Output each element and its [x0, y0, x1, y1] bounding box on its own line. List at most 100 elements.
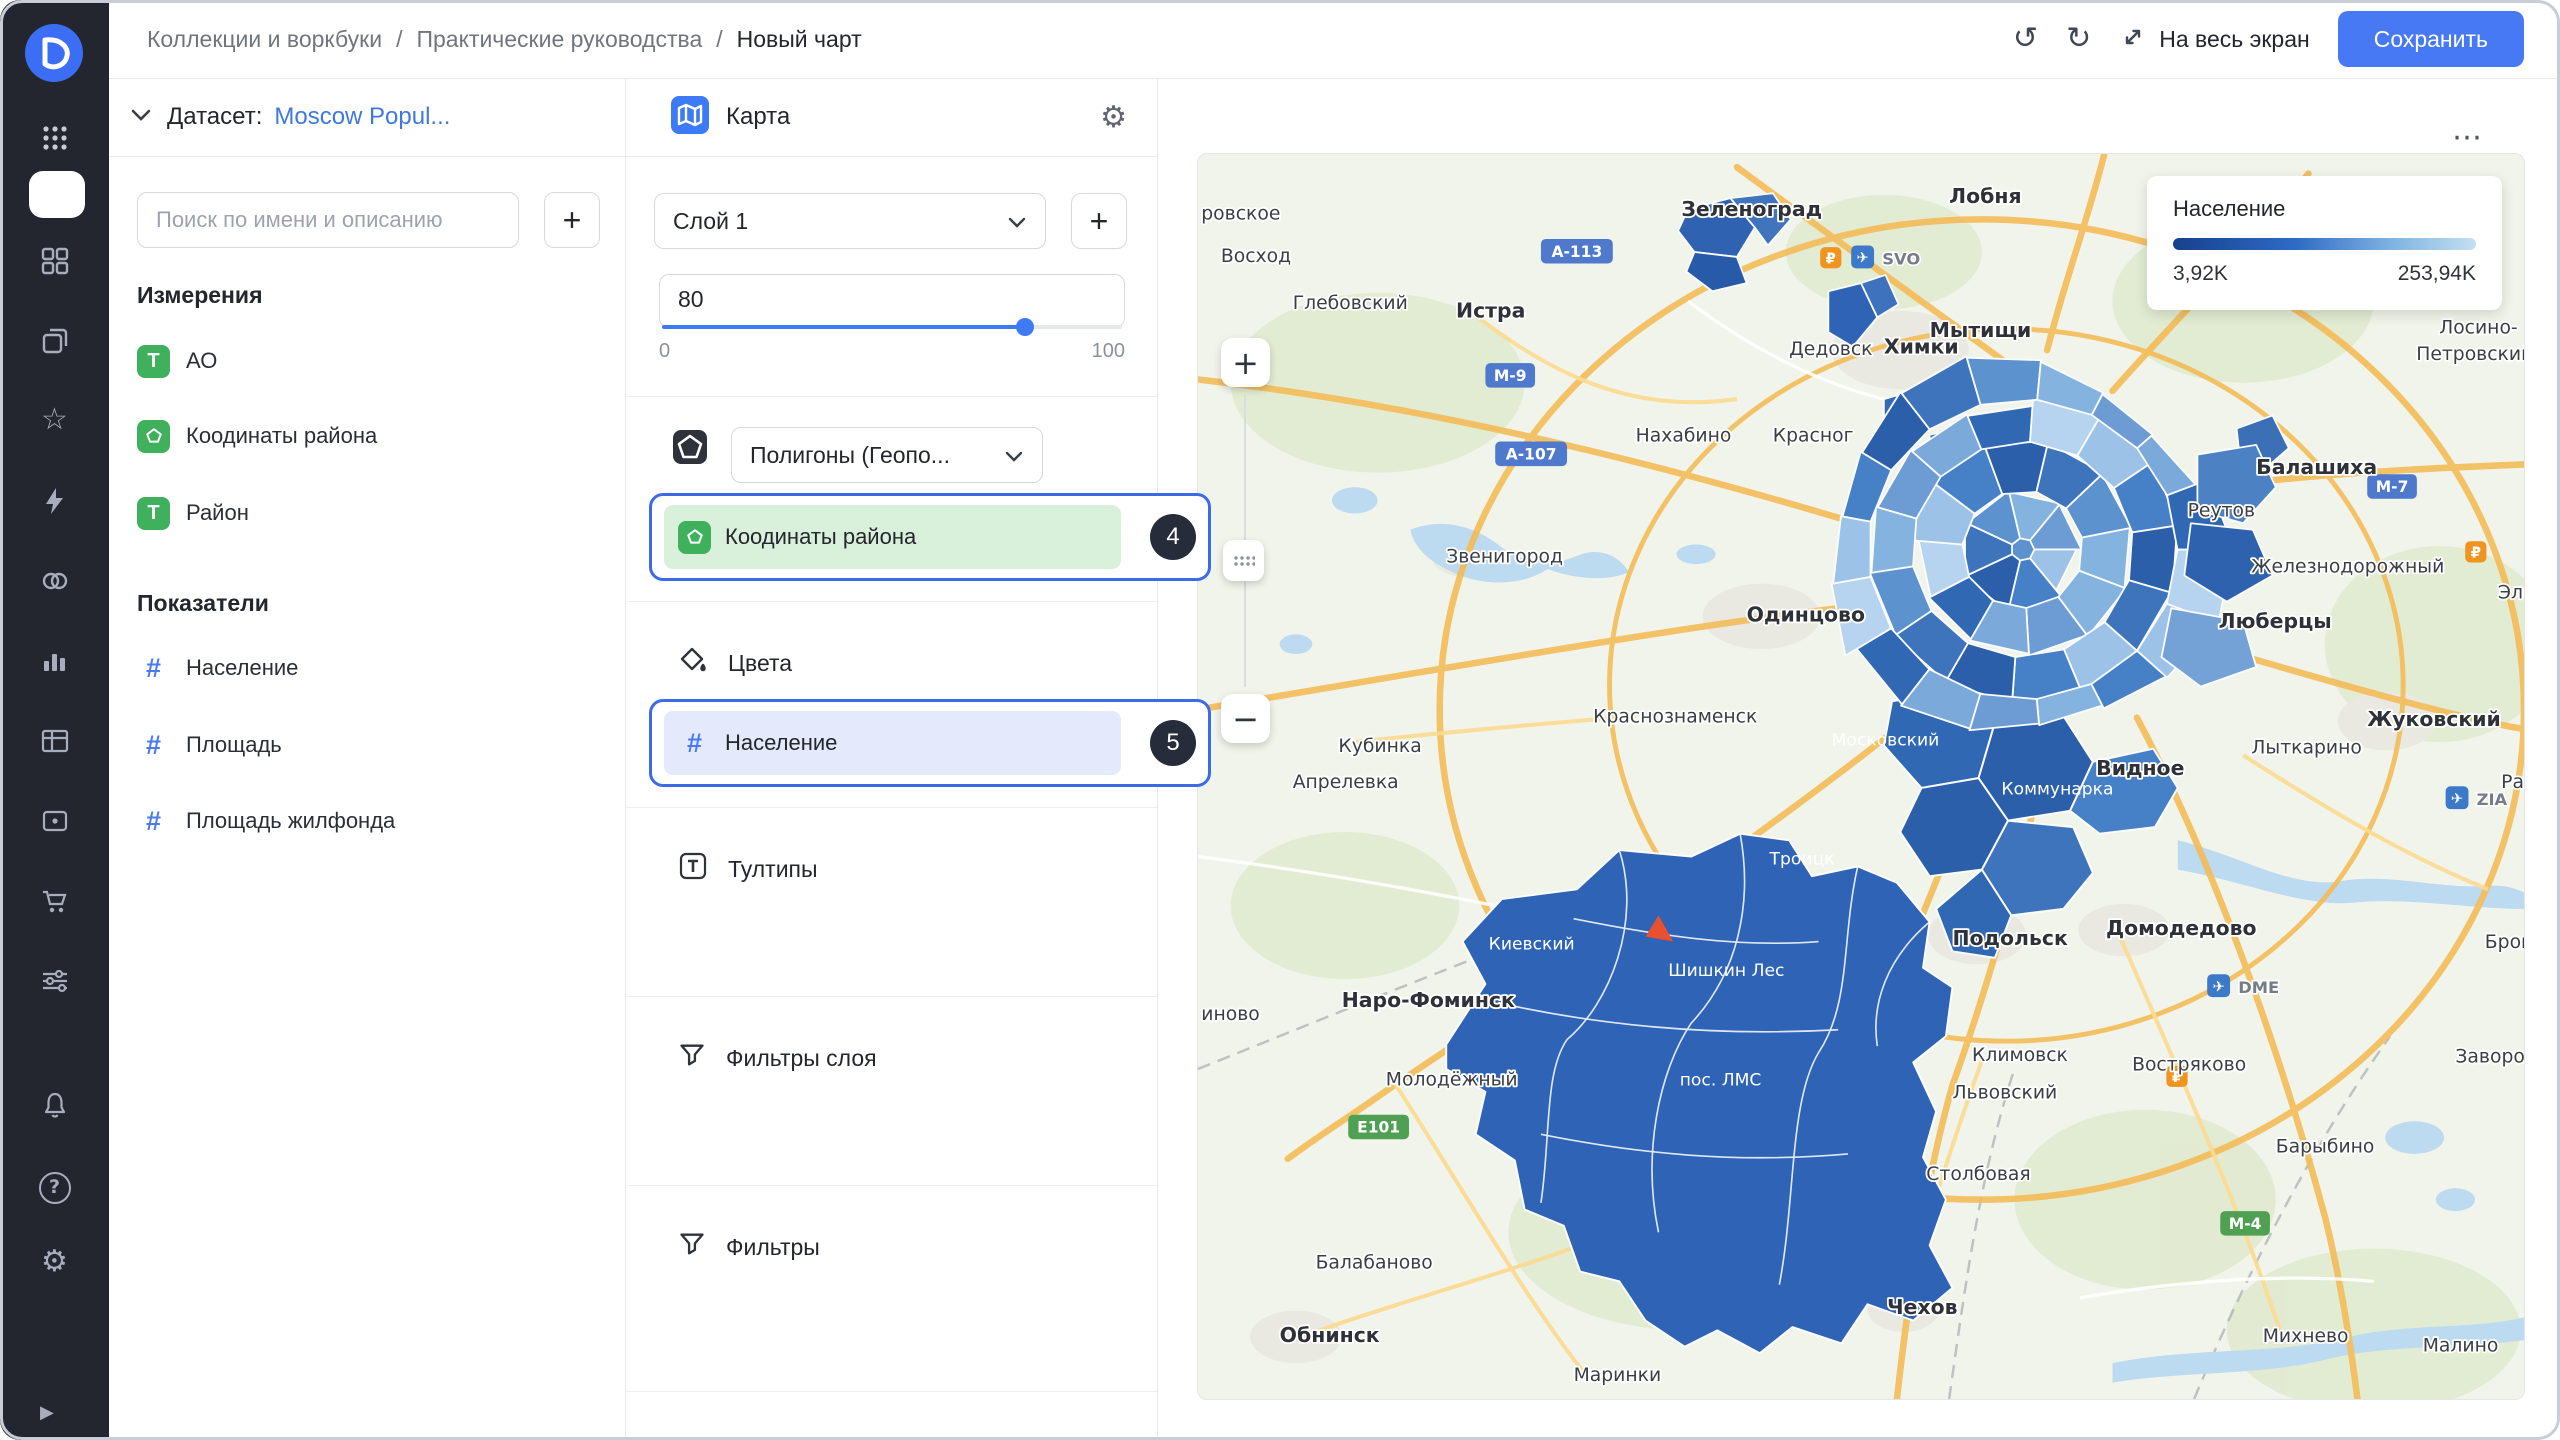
- polygon-field-highlight: Коодинаты района 4: [649, 493, 1211, 581]
- collapse-panel-icon[interactable]: ▶: [0, 1396, 109, 1430]
- dataset-name-link[interactable]: Moscow Popul...: [274, 103, 450, 131]
- layer-select[interactable]: Слой 1: [654, 193, 1046, 249]
- map-label: Троицк: [1769, 850, 1835, 870]
- fullscreen-button[interactable]: На весь экран: [2119, 23, 2310, 56]
- map-view[interactable]: А-113М-9А-107Е101М-4М-7 ✈SVO✈DME✈ZIA ₽₽₽…: [1197, 153, 2525, 1400]
- relations-icon[interactable]: [0, 563, 109, 597]
- slider-knob[interactable]: [1016, 318, 1034, 336]
- breadcrumb-item[interactable]: Практические руководства: [416, 26, 702, 53]
- dimension-item[interactable]: Коодинаты района: [137, 418, 377, 454]
- dimension-item[interactable]: T АО: [137, 343, 217, 379]
- redo-icon[interactable]: ↻: [2066, 24, 2091, 54]
- quick-actions-icon[interactable]: [0, 483, 109, 517]
- text-type-icon: T: [137, 497, 170, 530]
- settings-gear-icon[interactable]: ⚙: [0, 1245, 109, 1279]
- charts-icon[interactable]: [0, 643, 109, 677]
- breadcrumb-item[interactable]: Коллекции и воркбуки: [147, 26, 382, 53]
- dimension-label: АО: [186, 348, 217, 374]
- map-label: Московский: [1832, 730, 1940, 750]
- map-label: пос. ЛМС: [1680, 1070, 1762, 1090]
- map-label: Коммунарка: [2001, 779, 2113, 799]
- dataset-label: Датасет:: [167, 103, 262, 131]
- measure-item[interactable]: # Площадь жилфонда: [137, 803, 395, 839]
- map-label: Чехов: [1887, 1295, 1957, 1319]
- add-layer-button[interactable]: +: [1071, 193, 1127, 249]
- measure-label: Площадь: [186, 732, 282, 758]
- workbooks-icon[interactable]: [0, 323, 109, 357]
- opacity-slider[interactable]: 80: [659, 274, 1125, 328]
- services-icon[interactable]: [0, 963, 109, 997]
- map-label: Столбовая: [1926, 1164, 2030, 1185]
- district-polygon[interactable]: [1969, 694, 2039, 730]
- chart-editor-panel: Карта ⚙ Слой 1 + 80 0 100 По: [625, 78, 1158, 1440]
- dataset-header[interactable]: Датасет: Moscow Popul...: [109, 78, 625, 157]
- map-label: Одинцово: [1747, 602, 1865, 626]
- chevron-down-icon: [129, 108, 153, 127]
- map-canvas[interactable]: А-113М-9А-107Е101М-4М-7 ✈SVO✈DME✈ZIA ₽₽₽…: [1198, 154, 2524, 1399]
- polygon-field-chip[interactable]: Коодинаты района: [664, 505, 1121, 569]
- datalens-logo-icon[interactable]: [23, 22, 85, 84]
- map-label: Подольск: [1952, 926, 2068, 950]
- undo-icon[interactable]: ↺: [2013, 24, 2038, 54]
- geotype-select[interactable]: Полигоны (Геопо...: [731, 427, 1043, 483]
- map-chart-type-icon[interactable]: [670, 95, 710, 140]
- colors-section-label: Цвета: [728, 650, 792, 677]
- favorites-icon[interactable]: ☆: [0, 403, 109, 437]
- map-label: Петровский: [2416, 344, 2524, 365]
- dataset-panel: Датасет: Moscow Popul... + Измерения T А…: [109, 78, 625, 1440]
- filters-label: Фильтры: [726, 1234, 820, 1261]
- measure-item[interactable]: # Площадь: [137, 727, 282, 763]
- notifications-icon[interactable]: [0, 1087, 109, 1121]
- slider-fill: [662, 325, 1025, 329]
- filters-section-header[interactable]: Фильтры: [678, 1227, 820, 1267]
- color-field-highlight: # Население 5: [649, 699, 1211, 787]
- map-label: Львовский: [1952, 1082, 2057, 1103]
- polygon-layer-icon[interactable]: [670, 427, 710, 472]
- marketplace-icon[interactable]: [0, 883, 109, 917]
- map-label: Звенигород: [1446, 546, 1563, 567]
- colors-section-header[interactable]: Цвета: [678, 643, 792, 683]
- geopolygon-type-icon: [137, 420, 170, 453]
- map-label: Дедовск: [1789, 339, 1872, 360]
- measure-item[interactable]: # Население: [137, 650, 298, 686]
- add-field-button[interactable]: +: [544, 192, 600, 248]
- apps-grid-icon[interactable]: [0, 120, 109, 154]
- storage-icon[interactable]: [0, 803, 109, 837]
- save-button[interactable]: Сохранить: [2338, 11, 2524, 67]
- nav-active-indicator: [29, 171, 85, 218]
- tooltip-type-icon: [678, 851, 708, 887]
- chart-settings-gear-icon[interactable]: ⚙: [1100, 100, 1127, 135]
- zoom-drag-handle[interactable]: [1223, 540, 1264, 581]
- measures-title: Показатели: [137, 590, 269, 617]
- funnel-icon: [678, 1230, 706, 1264]
- zoom-in-button[interactable]: +: [1221, 338, 1270, 387]
- opacity-min-label: 0: [659, 340, 670, 363]
- tooltips-section-header[interactable]: Тултипы: [678, 849, 818, 889]
- map-label: Элек: [2498, 582, 2524, 603]
- map-label: Киевский: [1489, 935, 1575, 955]
- help-icon[interactable]: ?: [0, 1167, 109, 1201]
- map-label: Глебовский: [1293, 293, 1408, 314]
- measure-label: Площадь жилфонда: [186, 808, 395, 834]
- district-polygon[interactable]: [1967, 358, 2041, 405]
- airport-code-label: SVO: [1882, 249, 1920, 268]
- map-label: Лобня: [1949, 184, 2021, 208]
- dashboards-icon[interactable]: [0, 243, 109, 277]
- dimension-item[interactable]: T Район: [137, 495, 249, 531]
- map-label: Востряково: [2132, 1055, 2246, 1076]
- color-field-chip[interactable]: # Население: [664, 711, 1121, 775]
- tables-icon[interactable]: [0, 723, 109, 757]
- field-search-input[interactable]: [137, 192, 519, 248]
- map-more-menu-icon[interactable]: ⋯: [2452, 120, 2484, 155]
- map-label: Заворово: [2455, 1046, 2524, 1067]
- map-label: Апрелевка: [1293, 772, 1399, 793]
- slider-track[interactable]: [662, 325, 1122, 329]
- map-label: Балабаново: [1316, 1252, 1433, 1273]
- breadcrumb: Коллекции и воркбуки / Практические руко…: [147, 26, 862, 53]
- map-label: Барыбино: [2276, 1136, 2375, 1157]
- zoom-out-button[interactable]: −: [1221, 694, 1270, 743]
- svg-text:✈: ✈: [2212, 978, 2224, 995]
- layer-filters-section-header[interactable]: Фильтры слоя: [678, 1038, 877, 1078]
- map-label: иново: [1201, 1004, 1259, 1025]
- map-label: Бронн: [2485, 932, 2524, 953]
